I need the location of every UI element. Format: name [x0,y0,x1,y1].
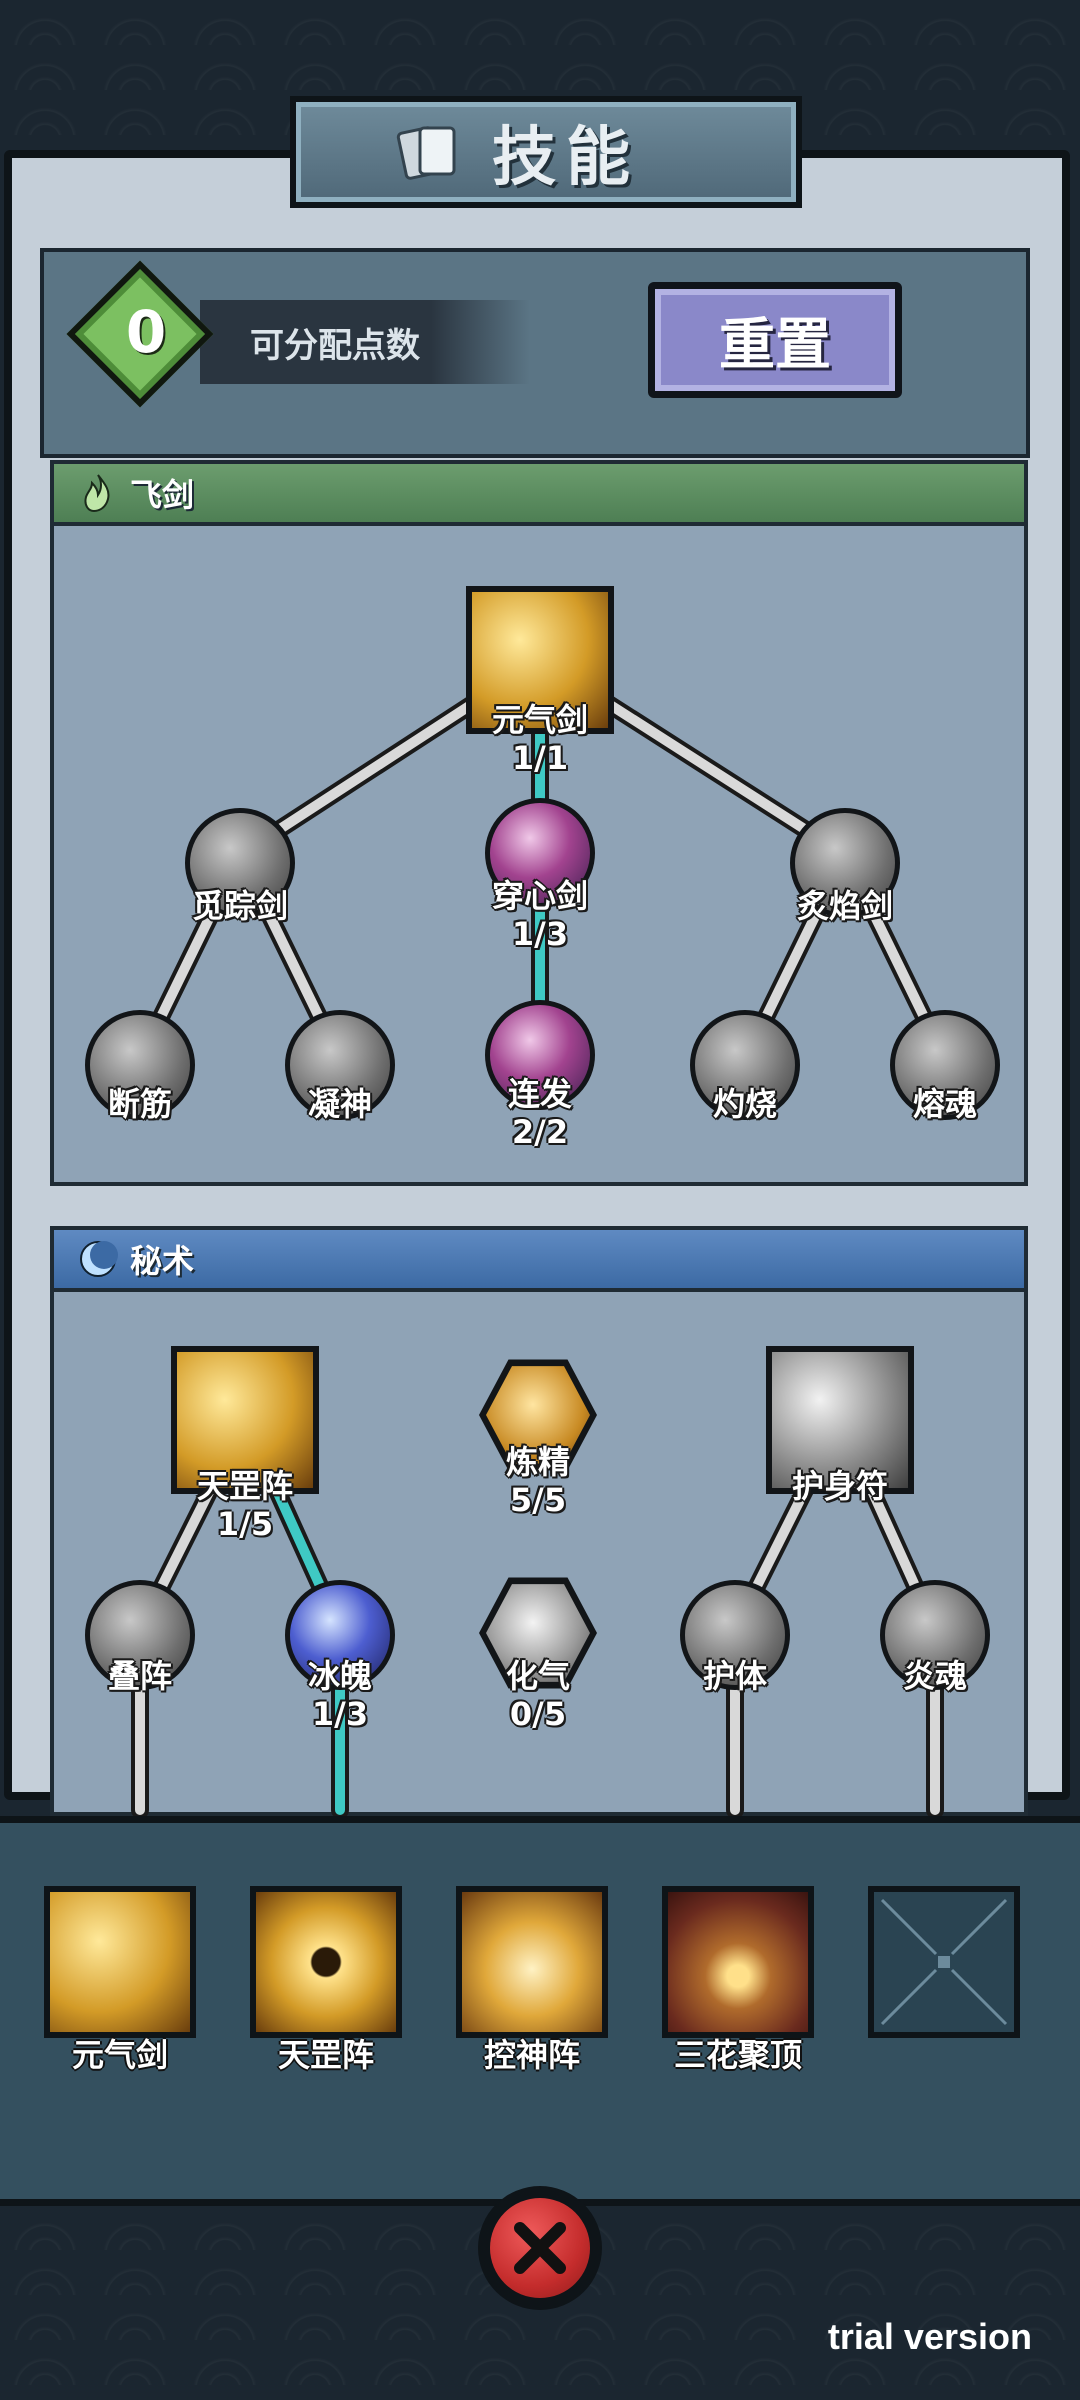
section-title: 秘术 [130,1242,195,1280]
skill-name: 断筋 [107,1085,172,1123]
dock-slot-label: 控神阵 [483,2036,580,2074]
reset-button[interactable]: 重置 [648,282,902,398]
skill-name: 熔魂 [912,1085,977,1123]
dock-slot-5-empty[interactable] [868,1886,1020,2038]
empty-slot-icon [880,1898,1008,2026]
skill-name: 护身符 [791,1467,888,1505]
crescent-icon [80,1241,118,1277]
skill-level: 1/3 [311,1695,369,1733]
skill-name: 护体 [702,1657,767,1695]
skill-name: 连发 [507,1075,572,1113]
dock-slot-4[interactable] [662,1886,814,2038]
skill-name: 凝神 [307,1085,372,1123]
skill-name: 叠阵 [107,1657,172,1695]
skill-name: 炼精 [505,1443,570,1481]
points-label: 可分配点数 [250,326,420,366]
dock-slot-3[interactable] [456,1886,608,2038]
skill-level: 2/2 [511,1113,569,1151]
cards-icon [396,126,456,180]
dock-slot-2[interactable] [250,1886,402,2038]
skill-name: 冰魄 [307,1657,372,1695]
close-icon [514,2222,566,2274]
section-header-flying-sword: 飞剑 [54,464,1024,526]
trial-watermark: trial version [827,2316,1032,2357]
skill-level: 1/5 [216,1505,274,1543]
dock-slot-1[interactable] [44,1886,196,2038]
skill-name: 灼烧 [712,1085,777,1123]
skill-level: 5/5 [509,1481,567,1519]
skill-name: 炎魂 [902,1657,967,1695]
skill-name: 炙焰剑 [796,887,893,925]
skill-name: 觅踪剑 [191,887,288,925]
section-title: 飞剑 [130,476,195,514]
skill-level: 1/3 [511,915,569,953]
close-button[interactable] [478,2186,602,2310]
dock-slot-label: 元气剑 [71,2036,168,2074]
page-title: 技能 [492,121,640,195]
title-plaque: 技能 [290,96,802,208]
skill-name: 穿心剑 [491,877,588,915]
skill-name: 元气剑 [491,701,588,739]
section-header-secret-art: 秘术 [54,1230,1024,1292]
flame-icon [84,474,110,513]
skill-level: 0/5 [509,1695,567,1733]
points-value: 0 [125,298,167,366]
dock-slot-label: 三花聚顶 [673,2036,802,2074]
skill-name: 天罡阵 [196,1467,293,1505]
dock-slot-label: 天罡阵 [277,2036,374,2074]
skill-name: 化气 [505,1657,570,1695]
skill-level: 1/1 [511,739,569,777]
